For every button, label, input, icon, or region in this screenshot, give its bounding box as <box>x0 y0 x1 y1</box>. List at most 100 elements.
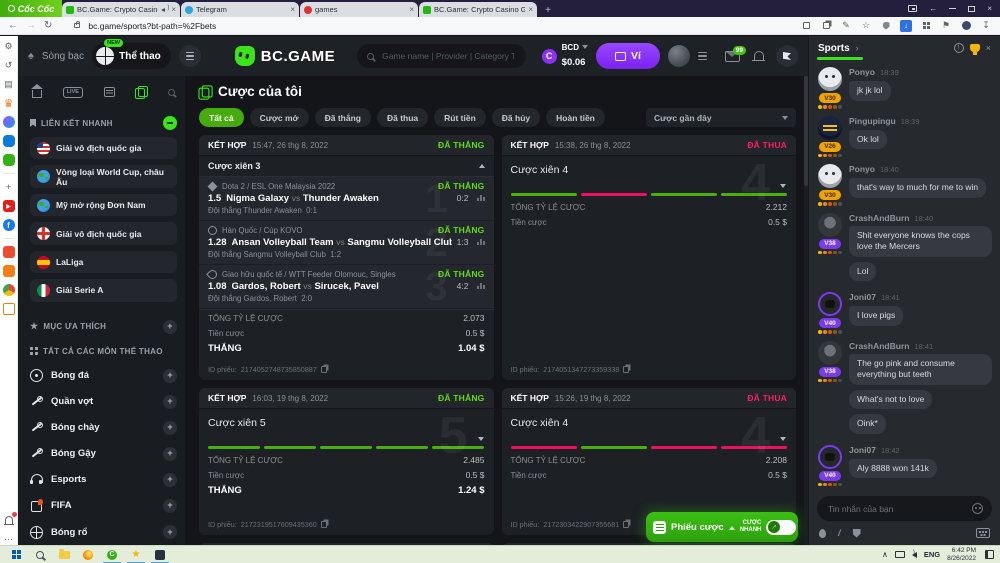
gif-keyboard-icon[interactable] <box>976 528 990 538</box>
inbox-icon[interactable]: 99 <box>725 51 740 62</box>
bet-card[interactable]: KẾT HỢP 16:03, 19 thg 8, 2022 ĐÃ THẮNG 5… <box>199 388 494 535</box>
bet-card[interactable]: KẾT HỢP 15:47, 26 thg 8, 2022 ĐÃ THẮNG C… <box>199 135 494 380</box>
casino-nav-link[interactable]: Sòng bạc <box>42 51 84 62</box>
history-icon[interactable]: ↺ <box>3 59 15 71</box>
menu-list-icon[interactable] <box>698 52 707 61</box>
shopping-cart-icon[interactable] <box>3 303 15 315</box>
bet-card[interactable]: KẾT HỢP 15:38, 26 thg 8, 2022 ĐÃ THUA 4 … <box>502 135 797 380</box>
bet-slip-button[interactable]: Phiếu cược CƯỢC NHANH ↑ <box>646 512 798 542</box>
sidebar-item-laliga[interactable]: LaLiga <box>30 251 177 273</box>
tab-close-icon[interactable]: × <box>409 6 414 14</box>
sidebar-item-tennis[interactable]: Quần vợt+ <box>30 389 177 415</box>
trophy-icon[interactable] <box>970 44 980 52</box>
username[interactable]: Pingupingu <box>849 116 896 126</box>
tab-telegram[interactable]: Telegram × <box>181 2 299 17</box>
balance-display[interactable]: C BCD $0.06 <box>542 43 588 70</box>
downloads-tray-icon[interactable]: ↧ <box>980 20 992 32</box>
bcgame-logo[interactable]: BC.GAME <box>235 46 335 66</box>
rewards-crown-icon[interactable]: ♛ <box>3 97 15 109</box>
chat-rules-icon[interactable] <box>853 529 861 538</box>
username[interactable]: CrashAndBurn <box>849 213 909 223</box>
bell-icon[interactable] <box>754 51 764 61</box>
tab-bcgame-1[interactable]: BC.Game: Crypto Casino × <box>62 2 180 17</box>
reload-button[interactable]: ↻ <box>44 21 52 31</box>
messenger-icon[interactable] <box>3 116 15 128</box>
filter-refund[interactable]: Hoàn tiền <box>546 108 605 127</box>
chat-room-name[interactable]: Sports <box>818 43 850 54</box>
back-button[interactable]: ← <box>8 21 18 31</box>
username[interactable]: Ponyo <box>849 67 875 77</box>
avatar[interactable] <box>818 292 842 316</box>
chat-close-icon[interactable]: × <box>986 43 991 53</box>
stats-icon[interactable] <box>477 282 485 289</box>
filter-lost[interactable]: Đã thua <box>377 108 428 127</box>
sidebar-item-basketball[interactable]: Bóng rổ+ <box>30 519 177 545</box>
sidebar-item-us-open[interactable]: Mỹ mở rộng Đơn Nam <box>30 194 177 216</box>
sidebar-item-cricket[interactable]: Bóng Gậy+ <box>30 441 177 467</box>
taskbar-search-icon[interactable] <box>28 546 52 563</box>
expand-icon[interactable]: + <box>163 473 177 487</box>
quick-bet-toggle[interactable]: ↑ <box>766 520 796 535</box>
avatar[interactable] <box>818 341 842 365</box>
emoji-icon[interactable] <box>972 503 983 514</box>
firefox-icon[interactable] <box>76 546 100 563</box>
sidebar-item-wc-qual[interactable]: Vòng loại World Cup, châu Âu <box>30 165 177 187</box>
settings-gear-icon[interactable]: ⚙ <box>3 40 15 52</box>
filter-open[interactable]: Cược mở <box>250 108 309 127</box>
clock[interactable]: 6:42 PM8/26/2022 <box>947 547 976 563</box>
menu-burger-button[interactable] <box>179 45 201 67</box>
schedule-icon[interactable] <box>104 87 115 97</box>
expand-icon[interactable]: + <box>163 447 177 461</box>
avatar[interactable] <box>818 116 842 140</box>
tab-bcgame-2[interactable]: BC.Game: Crypto Casino Gan × <box>419 2 537 17</box>
add-favorite-button[interactable]: + <box>163 320 177 334</box>
expand-icon[interactable]: + <box>163 421 177 435</box>
more-icon[interactable]: ⋯ <box>3 533 15 545</box>
tab-close-icon[interactable]: × <box>171 6 176 14</box>
expand-icon[interactable]: + <box>163 525 177 539</box>
notifications-bell-icon[interactable] <box>3 514 15 526</box>
avatar[interactable] <box>818 445 842 469</box>
volume-icon[interactable] <box>912 552 917 558</box>
user-avatar[interactable] <box>668 45 690 67</box>
sidebar-item-baseball[interactable]: Bóng chày+ <box>30 415 177 441</box>
sidebar-item-fifa[interactable]: FIFA+ <box>30 493 177 519</box>
username[interactable]: CrashAndBurn <box>849 341 909 351</box>
collapse-button[interactable] <box>163 116 177 130</box>
username[interactable]: Joni07 <box>849 292 876 302</box>
tab-games[interactable]: games × <box>300 2 418 17</box>
reading-list-icon[interactable]: ▤ <box>3 78 15 90</box>
expand-icon[interactable]: + <box>163 369 177 383</box>
edit-icon[interactable]: ✎ <box>840 20 852 32</box>
add-shortcut-icon[interactable]: + <box>3 181 15 193</box>
filter-cancelled[interactable]: Đã hủy <box>492 108 540 127</box>
copy-icon[interactable] <box>321 521 327 528</box>
wallet-button[interactable]: Ví <box>596 43 660 69</box>
live-tab[interactable]: LIVE <box>63 87 83 98</box>
sort-dropdown[interactable]: Cược gần đây <box>646 108 796 127</box>
flag-icon[interactable]: ⚑ <box>940 20 952 32</box>
adblock-shield-icon[interactable] <box>880 20 892 32</box>
copy-icon[interactable] <box>623 366 629 373</box>
tab-pin-icon[interactable]: ← <box>929 5 937 13</box>
game-search[interactable] <box>357 44 526 68</box>
tray-expand-icon[interactable]: ∧ <box>882 550 888 559</box>
chevron-right-icon[interactable]: › <box>856 43 859 53</box>
sports-nav-pill[interactable]: Thể thao NEW <box>92 43 171 69</box>
profile-icon[interactable] <box>960 20 972 32</box>
sidebar-item-nfl[interactable]: Giải vô địch quốc gia <box>30 137 177 159</box>
copy-icon[interactable] <box>623 521 629 528</box>
network-icon[interactable] <box>895 551 905 558</box>
tab-close-icon[interactable]: × <box>290 6 295 14</box>
coin-rain-icon[interactable] <box>819 529 826 538</box>
shopee-icon[interactable] <box>3 246 15 258</box>
new-tab-button[interactable]: + <box>541 3 555 17</box>
share-icon[interactable] <box>800 20 812 32</box>
avatar[interactable] <box>818 164 842 188</box>
capture-icon[interactable] <box>908 5 917 12</box>
expand-icon[interactable]: + <box>163 499 177 513</box>
facebook-icon[interactable]: f <box>3 219 15 231</box>
avatar[interactable] <box>818 213 842 237</box>
minimize-button[interactable] <box>949 8 956 9</box>
filter-cashout[interactable]: Rút tiền <box>434 108 486 127</box>
